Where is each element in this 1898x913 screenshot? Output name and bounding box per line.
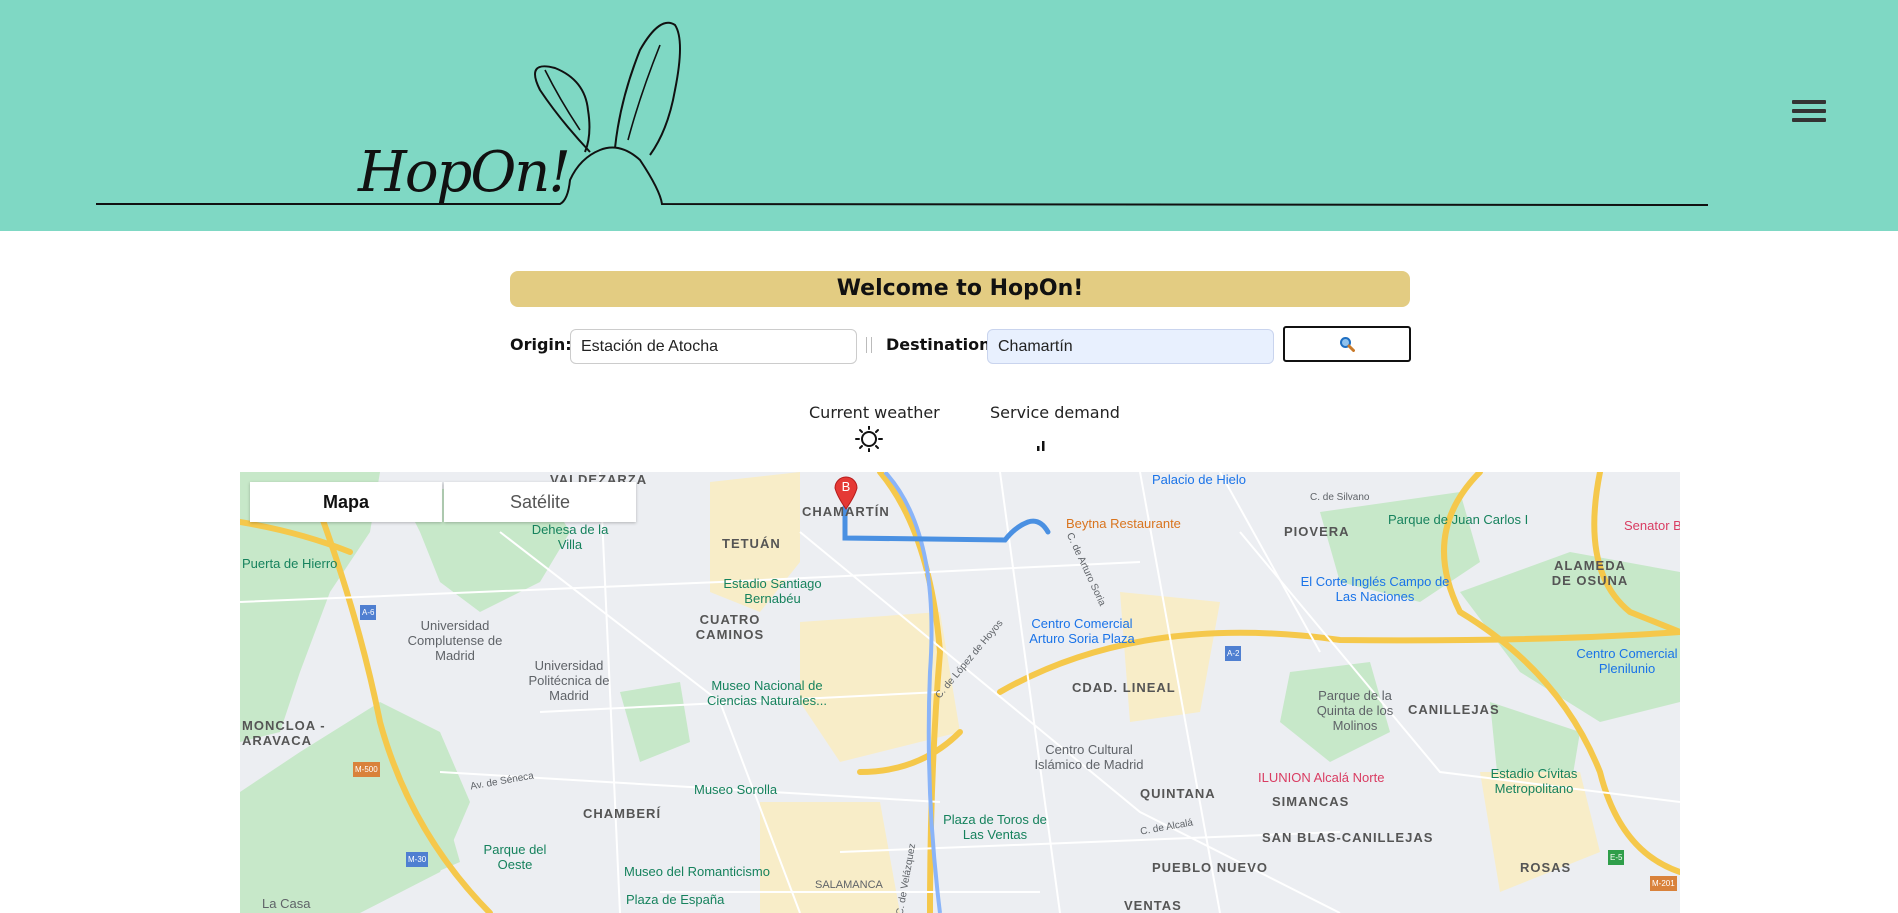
signal-bars-icon	[1037, 441, 1045, 451]
map-label: PIOVERA	[1284, 524, 1350, 539]
bunny-logo-lines	[96, 21, 1709, 206]
map-poi: Parque de Juan Carlos I	[1388, 512, 1529, 527]
origin-label: Origin:	[510, 335, 572, 354]
map-poi: Plaza de Toros de Las Ventas	[943, 812, 1047, 842]
road-shield: M-30	[406, 852, 429, 867]
hamburger-menu-icon[interactable]	[1792, 100, 1826, 126]
map-poi: Dehesa de la Villa	[531, 522, 609, 552]
map-poi: Parque de la Quinta de los Molinos	[1316, 688, 1394, 733]
map-poi: Centro Comercial Plenilunio	[1576, 646, 1678, 676]
map-label: QUINTANA	[1140, 786, 1216, 801]
sun-icon	[855, 426, 883, 452]
destination-marker[interactable]: B	[834, 476, 858, 510]
road-shield: A-2	[1225, 646, 1242, 661]
map-poi: El Corte Inglés Campo de Las Naciones	[1300, 574, 1450, 604]
map-poi: Plaza de España	[626, 892, 725, 907]
destination-label: Destination:	[886, 335, 997, 354]
map-label: CUATRO CAMINOS	[695, 612, 765, 642]
origin-input[interactable]	[570, 329, 857, 364]
map-poi: Centro Cultural Islámico de Madrid	[1034, 742, 1144, 772]
map-poi: Beytna Restaurante	[1066, 516, 1181, 531]
map-poi: Estadio Santiago Bernabéu	[723, 576, 822, 606]
map-type-toggle: Mapa Satélite	[250, 482, 636, 522]
map-poi: Parque del Oeste	[483, 842, 547, 872]
map-poi: Palacio de Hielo	[1152, 472, 1246, 487]
road-shield: M-201	[1650, 876, 1677, 891]
map-label: SIMANCAS	[1272, 794, 1350, 809]
route-map[interactable]: VALDEZARZA CHAMARTÍN TETUÁN PIOVERA ALAM…	[240, 472, 1680, 913]
map-label: VENTAS	[1124, 898, 1182, 913]
map-poi: Centro Comercial Arturo Soria Plaza	[1029, 616, 1135, 646]
map-label: ALAMEDA DE OSUNA	[1551, 558, 1629, 588]
weather-label: Current weather	[809, 403, 940, 422]
map-label: TETUÁN	[722, 536, 781, 551]
destination-input[interactable]	[987, 329, 1274, 364]
map-poi: Museo Sorolla	[694, 782, 778, 797]
map-street: C. de Silvano	[1310, 492, 1370, 503]
map-label: CANILLEJAS	[1408, 702, 1500, 717]
road-shield: E-5	[1608, 850, 1625, 865]
welcome-banner: Welcome to HopOn!	[510, 271, 1410, 307]
map-poi: La Casa	[262, 896, 311, 911]
map-poi: Puerta de Hierro	[242, 556, 338, 571]
map-tab-mapa[interactable]: Mapa	[250, 482, 442, 522]
field-separator	[866, 337, 872, 353]
map-poi: ILUNION Alcalá Norte	[1258, 770, 1385, 785]
map-label: CHAMBERÍ	[583, 806, 662, 821]
app-header: HopOn!	[0, 0, 1898, 231]
search-icon	[1340, 337, 1355, 352]
logo-text: HopOn!	[358, 140, 571, 205]
demand-label: Service demand	[990, 403, 1120, 422]
road-shield: M-500	[353, 762, 380, 777]
map-poi: Museo Nacional de Ciencias Naturales...	[707, 678, 827, 708]
map-label: SALAMANCA	[815, 879, 883, 891]
map-canvas	[240, 472, 1680, 913]
map-label: PUEBLO NUEVO	[1152, 860, 1269, 875]
marker-label: B	[841, 479, 851, 494]
map-label: ROSAS	[1520, 860, 1572, 875]
road-shield: A-6	[360, 605, 377, 620]
map-label: CDAD. LINEAL	[1072, 680, 1176, 695]
map-poi: Universidad Politécnica de Madrid	[528, 658, 610, 703]
search-button[interactable]	[1283, 326, 1411, 362]
map-poi: Universidad Complutense de Madrid	[407, 618, 503, 663]
map-poi: Estadio Cívitas Metropolitano	[1490, 766, 1578, 796]
map-poi: Senator B	[1624, 518, 1680, 533]
map-tab-satellite[interactable]: Satélite	[444, 482, 636, 522]
map-poi: Museo del Romanticismo	[624, 864, 770, 879]
map-label: SAN BLAS-CANILLEJAS	[1262, 830, 1434, 845]
map-label: MONCLOA - ARAVACA	[242, 718, 326, 748]
